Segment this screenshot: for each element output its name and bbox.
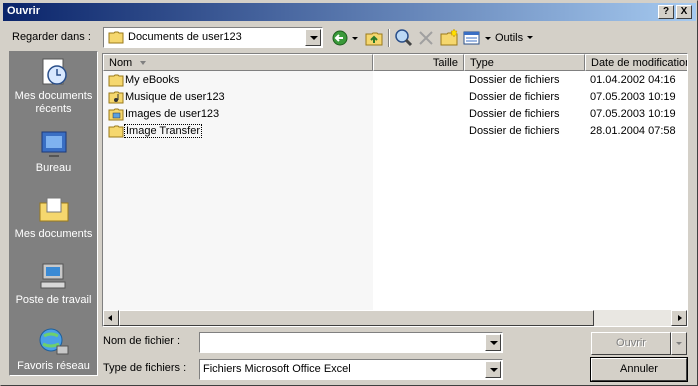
folder-icon (108, 31, 124, 44)
lookin-label: Regarder dans : (12, 31, 91, 43)
scroll-left-button[interactable] (103, 310, 119, 326)
delete-icon[interactable] (416, 28, 436, 48)
tools-menu[interactable]: Outils (495, 29, 534, 47)
filename-label: Nom de fichier : (103, 335, 181, 347)
tools-menu-label: Outils (495, 32, 524, 44)
file-name: Image Transfer (124, 124, 202, 138)
table-row[interactable]: My eBooks Dossier de fichiers 01.04.2002… (103, 72, 687, 89)
table-row[interactable]: Musique de user123 Dossier de fichiers 0… (103, 89, 687, 106)
column-date[interactable]: Date de modification (585, 54, 687, 71)
place-label: Poste de travail (15, 294, 92, 306)
cancel-button[interactable]: Annuler (590, 357, 688, 382)
toolbar-separator (388, 29, 390, 47)
views-dropdown-icon[interactable] (483, 28, 493, 48)
lookin-combobox[interactable]: Documents de user123 (103, 27, 323, 48)
file-name: Musique de user123 (125, 91, 225, 103)
place-desktop[interactable]: Bureau (10, 124, 97, 188)
music-folder-icon (108, 91, 124, 104)
filetype-select[interactable]: Fichiers Microsoft Office Excel (199, 359, 503, 380)
place-label: Mes documents (14, 228, 93, 240)
file-list[interactable]: Nom Taille Type Date de modification My … (102, 53, 688, 327)
pictures-folder-icon (108, 108, 124, 121)
filetype-value: Fichiers Microsoft Office Excel (203, 363, 351, 375)
up-folder-icon[interactable] (364, 28, 384, 48)
file-date: 28.01.2004 07:58 (590, 125, 676, 137)
file-date: 07.05.2003 10:19 (590, 91, 676, 103)
column-name[interactable]: Nom (103, 54, 373, 71)
places-bar: Mes documents récents Bureau Mes documen… (9, 51, 98, 376)
file-type: Dossier de fichiers (469, 74, 560, 86)
chevron-down-icon (527, 36, 534, 40)
open-dialog: Ouvrir ? X Regarder dans : Documents de … (0, 0, 698, 386)
file-name: My eBooks (125, 74, 180, 86)
place-recent[interactable]: Mes documents récents (10, 52, 97, 116)
place-mydocs[interactable]: Mes documents (10, 190, 97, 254)
new-folder-icon[interactable] (439, 28, 459, 48)
open-dropdown-button[interactable] (671, 332, 687, 355)
search-web-icon[interactable] (394, 28, 414, 48)
close-icon: X (680, 6, 688, 17)
folder-icon (108, 125, 124, 138)
desktop-icon (41, 131, 67, 157)
place-computer[interactable]: Poste de travail (10, 256, 97, 320)
file-type: Dossier de fichiers (469, 108, 560, 120)
help-icon: ? (662, 6, 670, 17)
file-type: Dossier de fichiers (469, 91, 560, 103)
column-header: Nom Taille Type Date de modification (103, 54, 687, 71)
folder-icon (108, 74, 124, 87)
help-button[interactable]: ? (658, 5, 674, 19)
table-row[interactable]: Images de user123 Dossier de fichiers 07… (103, 106, 687, 123)
place-label: Favoris réseau (17, 360, 90, 372)
place-label: Bureau (35, 162, 72, 174)
network-icon (39, 328, 69, 355)
my-documents-icon (39, 197, 69, 222)
file-date: 07.05.2003 10:19 (590, 108, 676, 120)
horizontal-scrollbar[interactable] (103, 310, 687, 326)
filename-combobox[interactable] (199, 332, 503, 353)
place-network[interactable]: Favoris réseau (10, 322, 97, 386)
file-name: Images de user123 (125, 108, 220, 120)
title-bar[interactable]: Ouvrir ? X (3, 3, 696, 21)
filetype-label: Type de fichiers : (103, 362, 187, 374)
scrollbar-thumb[interactable] (119, 310, 594, 326)
place-label: Mes documents (14, 90, 93, 102)
filetype-dropdown-button[interactable] (485, 361, 501, 378)
scroll-right-button[interactable] (671, 310, 687, 326)
place-label-2: récents (35, 103, 72, 115)
filename-dropdown-button[interactable] (485, 334, 501, 351)
column-type[interactable]: Type (464, 54, 585, 71)
lookin-dropdown-button[interactable] (305, 29, 321, 46)
lookin-value: Documents de user123 (128, 31, 242, 43)
column-size[interactable]: Taille (373, 54, 464, 71)
open-button[interactable]: Ouvrir (591, 332, 671, 355)
views-icon[interactable] (462, 28, 482, 48)
file-type: Dossier de fichiers (469, 125, 560, 137)
file-date: 01.04.2002 04:16 (590, 74, 676, 86)
recent-documents-icon (42, 58, 67, 85)
back-icon[interactable] (331, 28, 351, 48)
table-row[interactable]: Image Transfer Dossier de fichiers 28.01… (103, 123, 687, 140)
my-computer-icon (40, 263, 66, 289)
close-button[interactable]: X (676, 5, 692, 19)
back-dropdown-icon[interactable] (350, 28, 360, 48)
window-title: Ouvrir (7, 5, 41, 17)
